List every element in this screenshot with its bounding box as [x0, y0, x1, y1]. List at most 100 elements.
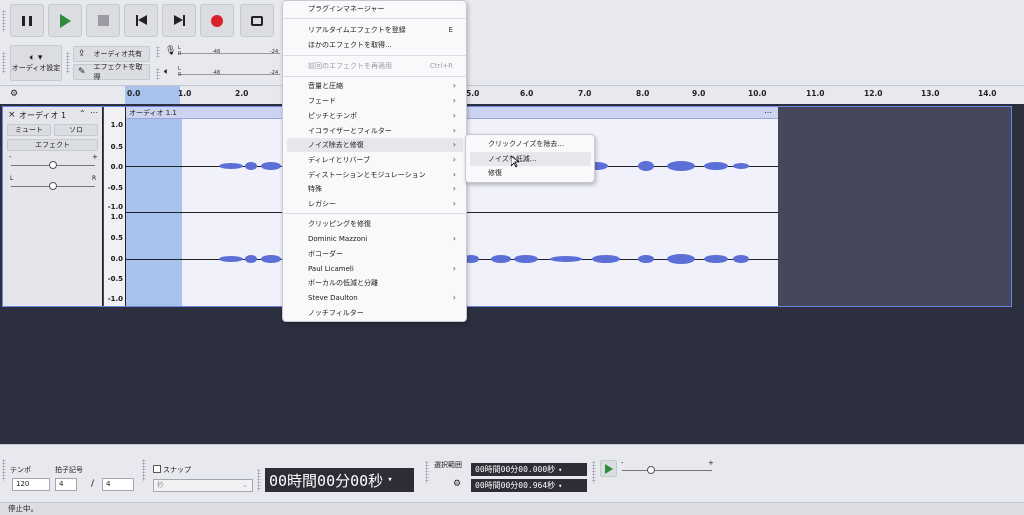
menu-item-register-realtime-effect[interactable]: リアルタイムエフェクトを登録 E: [287, 23, 463, 37]
timeline-options-gear-icon[interactable]: ⚙: [10, 89, 18, 99]
submenu-arrow-icon: ›: [452, 126, 456, 135]
time-display[interactable]: 00時間00分00秒 ▾: [265, 468, 414, 492]
menu-item-steve-daulton[interactable]: Steve Daulton ›: [287, 291, 463, 305]
toolbar-grip[interactable]: [156, 46, 160, 58]
menu-item-pitch-tempo[interactable]: ピッチとテンポ ›: [287, 109, 463, 123]
play-icon: [604, 463, 613, 474]
menu-item-special[interactable]: 特殊 ›: [287, 182, 463, 196]
share-audio-button[interactable]: ⇪ オーディオ共有: [73, 46, 150, 62]
ruler-tick: 7.0: [578, 89, 592, 98]
menu-item-click-removal[interactable]: クリックノイズを除去...: [470, 137, 591, 151]
vertical-scale[interactable]: 1.0 0.5 0.0 -0.5 -1.0 1.0 0.5 0.0 -0.5 -…: [104, 107, 126, 306]
meter-tick: -48: [212, 70, 221, 76]
meter-tick: R: [178, 51, 182, 57]
menu-item-paul-licameli[interactable]: Paul Licameli ›: [287, 262, 463, 276]
loop-button[interactable]: [240, 4, 274, 37]
scale-label: -0.5: [107, 184, 123, 192]
snap-unit-select[interactable]: 秒 ⌄: [153, 479, 253, 492]
menu-item-vocoder[interactable]: ボコーダー: [287, 247, 463, 261]
scale-label: 0.0: [110, 255, 123, 263]
ruler-tick: 11.0: [806, 89, 825, 98]
timeline-ruler[interactable]: ⚙ 0.0 1.0 2.0 5.0 6.0 7.0 8.0 9.0 10.0 1…: [0, 86, 1024, 104]
solo-button[interactable]: ソロ: [54, 124, 98, 136]
toolbar-grip[interactable]: [2, 10, 6, 32]
menu-item-delay-reverb[interactable]: ディレイとリバーブ ›: [287, 153, 463, 167]
play-at-speed-button[interactable]: [600, 460, 617, 477]
menu-item-vocal-reduction-isolation[interactable]: ボーカルの低減と分離: [287, 276, 463, 290]
ruler-tick: 5.0: [466, 89, 480, 98]
menu-item-label: ほかのエフェクトを取得...: [308, 41, 392, 49]
menu-item-clip-fix[interactable]: クリッピングを修復: [287, 217, 463, 231]
menu-item-volume-compression[interactable]: 音量と圧縮 ›: [287, 79, 463, 93]
toolbar-grip[interactable]: [2, 459, 6, 481]
menu-item-shortcut: E: [448, 26, 453, 34]
submenu-arrow-icon: ›: [452, 264, 456, 273]
menu-item-noise-removal-repair[interactable]: ノイズ除去と修復 ›: [287, 138, 463, 152]
toolbar-grip[interactable]: [142, 459, 146, 481]
speed-slider[interactable]: [622, 470, 712, 471]
selection-gear-icon[interactable]: ⚙: [453, 479, 461, 489]
track-control-panel[interactable]: × オーディオ 1 ⌃ ⋯ ミュート ソロ エフェクト - + L R: [3, 107, 103, 306]
menu-separator: [283, 213, 466, 214]
skip-to-end-button[interactable]: [162, 4, 196, 37]
track-menu-icon[interactable]: ⋯: [90, 108, 98, 117]
menu-item-notch-filter[interactable]: ノッチフィルター: [287, 306, 463, 320]
skip-to-start-button[interactable]: [124, 4, 158, 37]
microphone-icon[interactable]: 🎙︎: [165, 46, 176, 56]
record-button[interactable]: [200, 4, 234, 37]
selection-start[interactable]: 00時間00分00.000秒 ▾: [471, 463, 587, 476]
collapse-chevron-up-icon[interactable]: ⌃: [79, 109, 86, 118]
stop-button[interactable]: [86, 4, 120, 37]
menu-item-fade[interactable]: フェード ›: [287, 94, 463, 108]
menu-item-dominic-mazzoni[interactable]: Dominic Mazzoni ›: [287, 232, 463, 246]
menu-item-repair[interactable]: 修復: [470, 166, 591, 180]
close-track-icon[interactable]: ×: [8, 110, 16, 120]
toolbar-grip[interactable]: [66, 52, 70, 74]
toolbar-grip[interactable]: [2, 52, 6, 74]
time-signature-numerator[interactable]: 4: [55, 478, 77, 491]
snap-checkbox[interactable]: [153, 465, 161, 473]
audio-setup-button[interactable]: 🔈︎ ▾ オーディオ設定: [10, 45, 62, 81]
menu-item-legacy[interactable]: レガシー ›: [287, 197, 463, 211]
pan-slider-knob[interactable]: [49, 182, 57, 190]
scale-label: -0.5: [107, 275, 123, 283]
selection-end[interactable]: 00時間00分00.964秒 ▾: [471, 479, 587, 492]
speaker-icon[interactable]: 🔈︎: [164, 67, 169, 77]
gain-plus: +: [92, 153, 98, 161]
gain-slider-knob[interactable]: [49, 161, 57, 169]
speed-minus: -: [621, 459, 624, 467]
submenu-arrow-icon: ›: [452, 184, 456, 193]
tempo-input[interactable]: 120: [12, 478, 50, 491]
track-name[interactable]: オーディオ 1: [19, 110, 66, 121]
speed-slider-knob[interactable]: [647, 466, 655, 474]
toolbar-grip[interactable]: [156, 68, 160, 80]
time-signature-denominator-value: 4: [106, 480, 111, 488]
time-signature-denominator[interactable]: 4: [102, 478, 134, 491]
scale-label: 0.5: [110, 143, 123, 151]
menu-item-eq-filters[interactable]: イコライザーとフィルター ›: [287, 124, 463, 138]
menu-item-label: ディストーションとモジュレーション: [308, 171, 426, 179]
get-effects-button[interactable]: ✎ エフェクトを取得: [73, 63, 150, 81]
pause-button[interactable]: [10, 4, 44, 37]
ruler-tick: 13.0: [921, 89, 940, 98]
mute-button[interactable]: ミュート: [7, 124, 51, 136]
loop-icon: [251, 15, 263, 26]
ruler-tick: 8.0: [636, 89, 650, 98]
menu-item-noise-reduction[interactable]: ノイズを低減...: [470, 152, 591, 166]
menu-item-label: Paul Licameli: [308, 265, 354, 273]
toolbar-grip[interactable]: [257, 469, 261, 491]
toolbar-grip[interactable]: [592, 461, 596, 483]
snap-unit-value: 秒: [157, 481, 164, 489]
play-button[interactable]: [48, 4, 82, 37]
scale-label: 1.0: [110, 121, 123, 129]
snap-label: スナップ: [163, 466, 191, 474]
skip-start-icon: [135, 15, 147, 26]
recording-meter[interactable]: L R -48 -24: [178, 45, 280, 57]
effects-button[interactable]: エフェクト: [7, 139, 98, 151]
toolbar-grip[interactable]: [425, 461, 429, 483]
menu-item-plugin-manager[interactable]: プラグインマネージャー: [287, 2, 463, 16]
submenu-arrow-icon: ›: [452, 293, 456, 302]
menu-item-get-more-effects[interactable]: ほかのエフェクトを取得...: [287, 38, 463, 52]
menu-item-distortion-modulation[interactable]: ディストーションとモジュレーション ›: [287, 168, 463, 182]
playback-meter[interactable]: L R -48 -24: [178, 66, 280, 78]
